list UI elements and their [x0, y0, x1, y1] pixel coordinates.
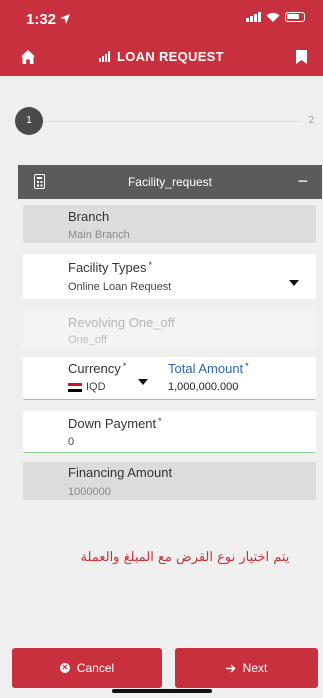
next-button-label: Next — [242, 661, 268, 675]
down-payment-field[interactable]: Down Payment * 0 — [23, 411, 316, 453]
down-payment-label: Down Payment * — [68, 416, 162, 431]
chevron-down-icon[interactable] — [138, 379, 148, 385]
iraq-flag-icon — [68, 383, 82, 392]
step-two-indicator[interactable]: 2 — [308, 115, 314, 126]
page-title-text: LOAN REQUEST — [117, 49, 224, 64]
financing-amount-field: Financing Amount 1000000 — [23, 462, 316, 500]
total-amount-label: Total Amount * — [168, 361, 249, 376]
revolving-label: Revolving One_off — [68, 315, 175, 330]
currency-amount-row: Currency * IQD Total Amount * 1,000,000.00… — [23, 357, 316, 400]
required-marker: * — [122, 361, 127, 371]
chevron-down-icon[interactable] — [289, 280, 299, 286]
currency-label: Currency * — [68, 361, 126, 376]
battery-icon — [285, 12, 305, 22]
cancel-button[interactable]: ✕ Cancel — [12, 648, 162, 688]
revolving-value: One_off — [68, 334, 107, 346]
cancel-button-label: Cancel — [76, 661, 115, 675]
down-payment-label-text: Down Payment — [68, 416, 157, 431]
total-amount-label-text: Total Amount — [168, 361, 244, 376]
section-header[interactable]: Facility_request − — [18, 165, 322, 199]
revolving-field: Revolving One_off One_off — [23, 310, 316, 348]
stepper-line — [43, 121, 301, 122]
facility-types-dropdown[interactable]: Facility Types * Online Loan Request — [23, 254, 316, 299]
branch-label: Branch — [68, 209, 110, 224]
status-time-text: 1:32 — [26, 11, 57, 28]
collapse-button[interactable]: − — [297, 171, 308, 191]
facility-types-value: Online Loan Request — [68, 281, 172, 293]
bookmark-icon[interactable] — [296, 50, 307, 64]
facility-types-label-text: Facility Types — [68, 260, 147, 275]
next-button[interactable]: Next — [175, 648, 318, 688]
section-title: Facility_request — [127, 175, 213, 189]
facility-types-label: Facility Types * — [68, 260, 152, 275]
app-bar: LOAN REQUEST — [0, 38, 323, 76]
branch-value: Main Branch — [68, 229, 130, 241]
arrow-right-icon — [225, 664, 236, 672]
financing-amount-label: Financing Amount — [68, 465, 173, 480]
bar-chart-icon — [99, 51, 111, 62]
down-payment-input[interactable]: 0 — [68, 436, 74, 448]
required-marker: * — [158, 416, 162, 426]
currency-label-text: Currency — [68, 361, 121, 376]
step-one-indicator[interactable]: 1 — [15, 107, 43, 135]
status-bar: 1:32 — [0, 0, 323, 38]
status-icons — [246, 12, 305, 22]
branch-field: Branch Main Branch — [23, 205, 316, 243]
cellular-signal-icon — [246, 12, 261, 22]
page-title: LOAN REQUEST — [0, 49, 323, 64]
wifi-icon — [266, 12, 280, 22]
stepper: 1 2 — [0, 76, 323, 162]
location-arrow-icon — [60, 14, 71, 24]
required-marker: * — [245, 361, 249, 371]
status-time: 1:32 — [26, 11, 71, 28]
total-amount-input[interactable]: 1,000,000.000 — [168, 381, 238, 393]
close-circle-icon: ✕ — [59, 663, 70, 673]
currency-select[interactable]: IQD — [86, 381, 106, 393]
home-indicator — [112, 689, 212, 693]
required-marker: * — [148, 260, 153, 270]
instruction-caption: يتم اختيار نوع القرض مع المبلغ والعملة — [80, 550, 290, 565]
financing-amount-value: 1000000 — [68, 486, 111, 498]
